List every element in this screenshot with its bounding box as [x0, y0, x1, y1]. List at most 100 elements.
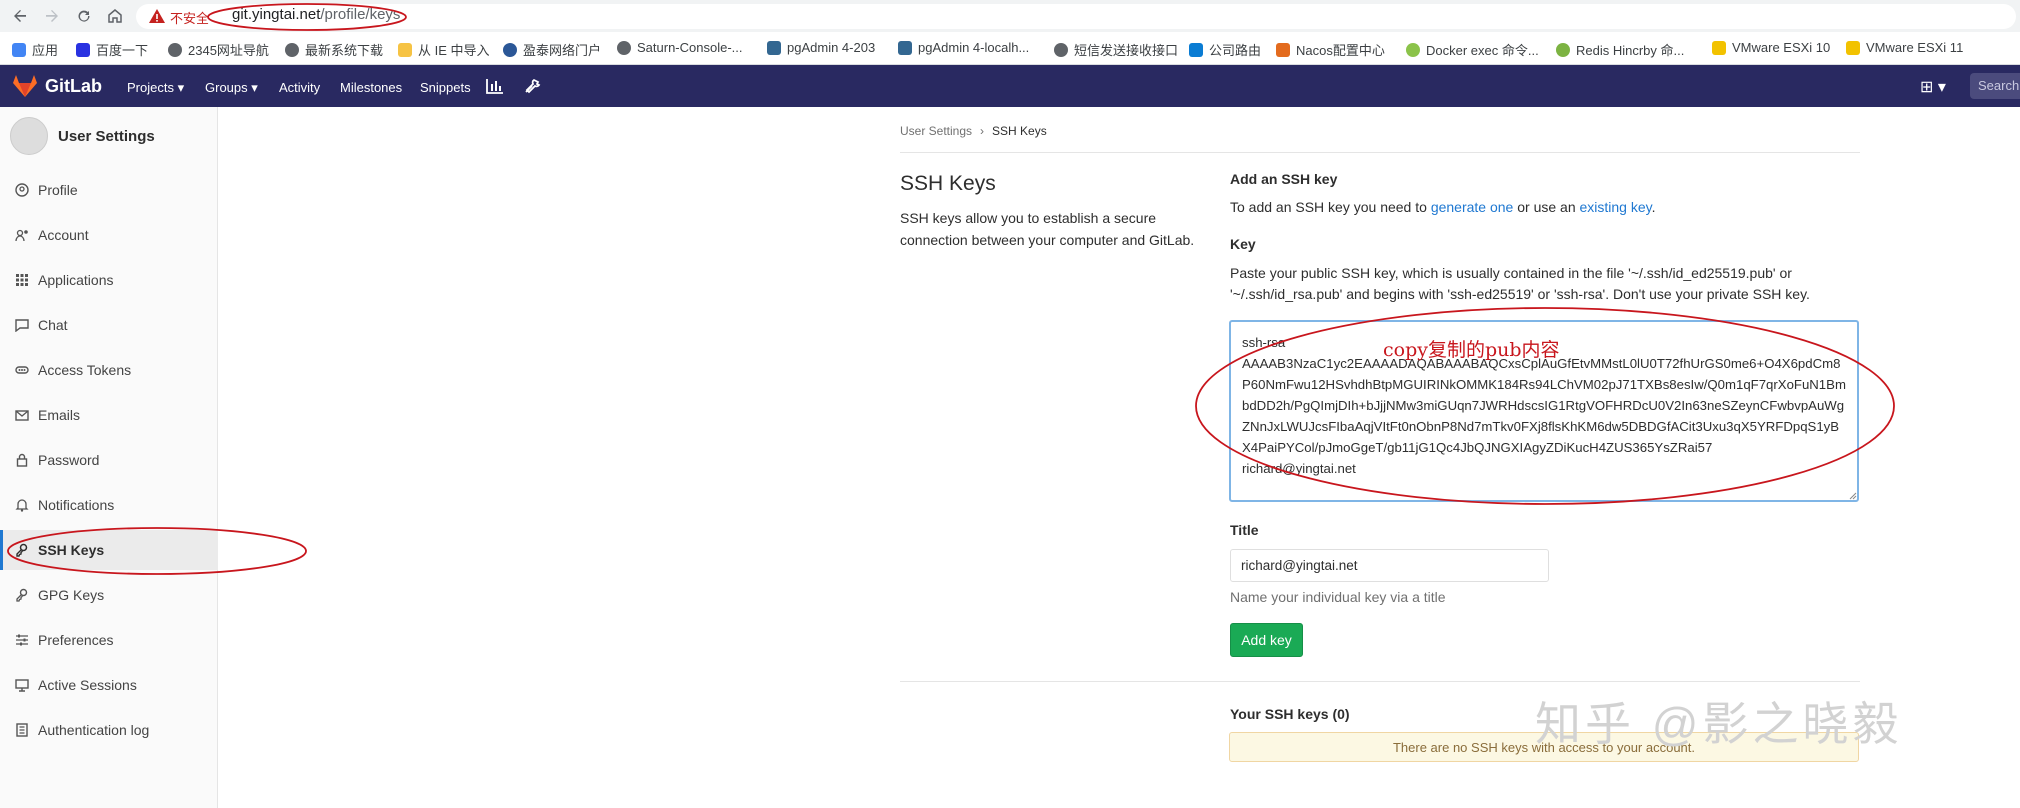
sidebar-item-label: SSH Keys: [38, 542, 105, 558]
sidebar-item-label: Access Tokens: [38, 362, 132, 378]
sidebar-item-label: Emails: [38, 407, 81, 423]
globe-icon: [285, 42, 299, 57]
bookmark-item[interactable]: 盈泰网络门户: [503, 40, 601, 59]
insecure-label: 不安全: [170, 11, 210, 26]
key-icon: [14, 587, 30, 603]
pgadmin-icon: [767, 40, 781, 55]
sidebar-item-label: Active Sessions: [38, 677, 137, 693]
sessions-icon: [14, 677, 30, 693]
sidebar-item-applications[interactable]: Applications: [0, 260, 218, 300]
sidebar-item-preferences[interactable]: Preferences: [0, 620, 218, 660]
forward-icon[interactable]: [40, 4, 64, 28]
sidebar-item-label: Account: [38, 227, 89, 243]
bookmark-item[interactable]: VMware ESXi 10: [1712, 40, 1830, 55]
page-title: SSH Keys: [900, 172, 996, 195]
title-input[interactable]: [1230, 549, 1549, 582]
sidebar-item-ssh-keys[interactable]: SSH Keys: [0, 530, 218, 570]
pgadmin-icon: [898, 40, 912, 55]
breadcrumb: User Settings › SSH Keys: [900, 124, 1047, 138]
search-input[interactable]: Search: [1970, 73, 2020, 99]
divider: [900, 152, 1860, 153]
bookmark-item[interactable]: Saturn-Console-...: [617, 40, 743, 55]
watermark: 知乎 @影之晓毅: [1535, 698, 1903, 750]
email-icon: [14, 407, 30, 423]
sidebar-item-access-tokens[interactable]: Access Tokens: [0, 350, 218, 390]
bookmark-item[interactable]: 应用: [12, 40, 58, 59]
bookmark-item[interactable]: Nacos配置中心: [1276, 40, 1385, 59]
warning-icon: [149, 9, 165, 23]
back-icon[interactable]: [8, 4, 32, 28]
sidebar-item-profile[interactable]: Profile: [0, 170, 218, 210]
nav-projects[interactable]: Projects ▾: [127, 80, 184, 96]
redis-icon: [1556, 42, 1570, 57]
sidebar-item-label: Authentication log: [38, 722, 150, 738]
nav-milestones[interactable]: Milestones: [340, 80, 402, 95]
sidebar-item-gpg-keys[interactable]: GPG Keys: [0, 575, 218, 615]
url-path: /profile/keys: [320, 6, 401, 23]
avatar[interactable]: [10, 117, 48, 155]
bookmark-item[interactable]: Redis Hincrby 命...: [1556, 40, 1684, 59]
sidebar-item-chat[interactable]: Chat: [0, 305, 218, 345]
lock-icon: [14, 452, 30, 468]
sidebar-item-active-sessions[interactable]: Active Sessions: [0, 665, 218, 705]
bookmark-item[interactable]: 从 IE 中导入: [398, 40, 490, 59]
globe-icon: [1054, 42, 1068, 57]
divider: [900, 681, 1860, 682]
home-icon[interactable]: [103, 4, 127, 28]
account-icon: [14, 227, 30, 243]
sidebar-item-notifications[interactable]: Notifications: [0, 485, 218, 525]
sidebar-item-emails[interactable]: Emails: [0, 395, 218, 435]
existing-key-link[interactable]: existing key: [1580, 199, 1652, 215]
browser-toolbar: 不安全 git.yingtai.net/profile/keys: [0, 0, 2020, 32]
nav-activity[interactable]: Activity: [279, 80, 320, 95]
your-keys-title: Your SSH keys (0): [1230, 706, 1350, 722]
bookmark-item[interactable]: 短信发送接收接口: [1054, 40, 1178, 59]
instruction-text: .: [1651, 199, 1656, 215]
breadcrumb-current[interactable]: SSH Keys: [992, 124, 1047, 138]
apps-grid-icon: [12, 42, 26, 57]
bookmark-item[interactable]: 2345网址导航: [168, 40, 269, 59]
add-key-instructions: To add an SSH key you need to generate o…: [1230, 197, 1860, 218]
sidebar-header[interactable]: User Settings: [10, 117, 155, 155]
globe-icon: [168, 42, 182, 57]
bookmark-item[interactable]: pgAdmin 4-localh...: [898, 40, 1029, 55]
sidebar-item-account[interactable]: Account: [0, 215, 218, 255]
resize-handle-icon[interactable]: [1847, 490, 1857, 500]
docker-icon: [1406, 42, 1420, 57]
sidebar-item-label: Profile: [38, 182, 78, 198]
chart-icon[interactable]: [486, 78, 504, 94]
profile-icon: [14, 182, 30, 198]
nav-groups[interactable]: Groups ▾: [205, 80, 258, 96]
bookmark-item[interactable]: 公司路由: [1189, 40, 1261, 59]
sidebar-item-label: Password: [38, 452, 100, 468]
bookmarks-bar: 应用 百度一下 2345网址导航 最新系统下载 从 IE 中导入 盈泰网络门户 …: [0, 32, 2020, 65]
gitlab-logo-icon[interactable]: [12, 74, 38, 98]
breadcrumb-parent[interactable]: User Settings: [900, 124, 972, 138]
bookmark-item[interactable]: pgAdmin 4-203: [767, 40, 875, 55]
bookmark-item[interactable]: 最新系统下载: [285, 40, 383, 59]
instruction-text: or use an: [1513, 199, 1580, 215]
vmware-icon: [1846, 40, 1860, 55]
address-bar[interactable]: [136, 4, 2016, 29]
shield-icon: [503, 42, 517, 57]
nav-snippets[interactable]: Snippets: [420, 80, 471, 95]
bookmark-item[interactable]: Docker exec 命令...: [1406, 40, 1539, 59]
bookmark-item[interactable]: VMware ESXi 11: [1846, 40, 1963, 55]
sidebar-item-password[interactable]: Password: [0, 440, 218, 480]
sidebar-item-label: GPG Keys: [38, 587, 105, 603]
title-label: Title: [1230, 522, 1259, 538]
url-text[interactable]: git.yingtai.net/profile/keys: [232, 6, 400, 23]
applications-icon: [14, 272, 30, 288]
reload-icon[interactable]: [72, 4, 96, 28]
sidebar-item-authentication-log[interactable]: Authentication log: [0, 710, 218, 750]
new-dropdown-icon[interactable]: ⊞ ▾: [1920, 77, 1946, 97]
folder-icon: [398, 42, 412, 57]
generate-one-link[interactable]: generate one: [1431, 199, 1514, 215]
globe-icon: [617, 40, 631, 55]
url-host: git.yingtai.net: [232, 6, 321, 23]
wrench-icon[interactable]: [523, 77, 541, 95]
add-key-button[interactable]: Add key: [1230, 623, 1303, 657]
bookmark-item[interactable]: 百度一下: [76, 40, 148, 59]
gitlab-brand[interactable]: GitLab: [45, 76, 102, 97]
instruction-text: To add an SSH key you need to: [1230, 199, 1431, 215]
